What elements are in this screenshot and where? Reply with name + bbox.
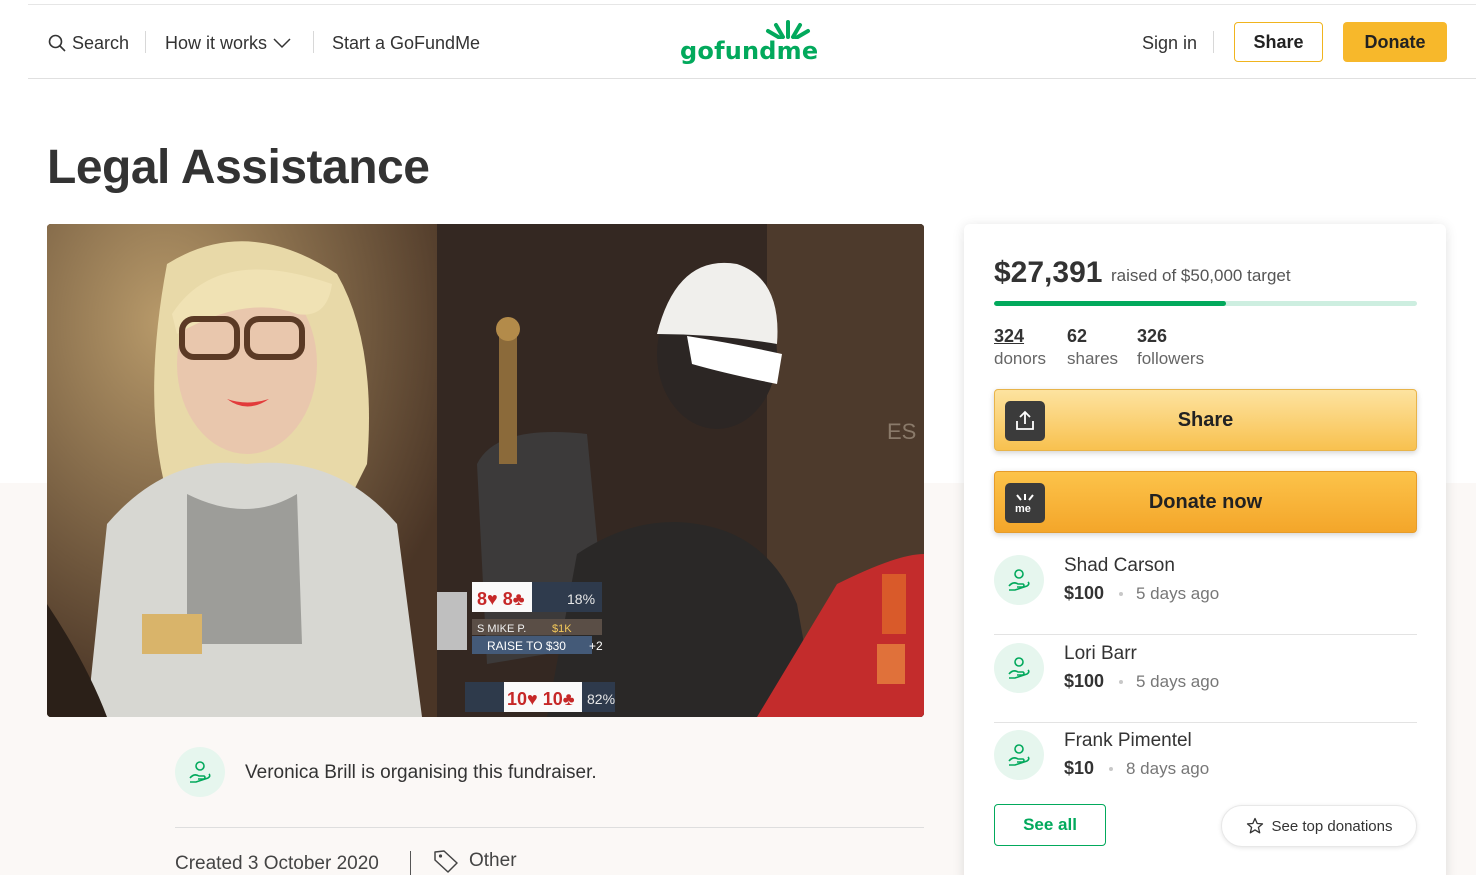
donation-item: Lori Barr $100 5 days ago xyxy=(994,635,1417,723)
donation-time: 5 days ago xyxy=(1136,584,1220,603)
stat-donors-label: donors xyxy=(994,349,1046,368)
target-text: raised of $50,000 target xyxy=(1111,266,1291,285)
meta-divider xyxy=(410,851,411,875)
donor-amount: $100 xyxy=(1064,671,1105,691)
gofundme-me-icon: me xyxy=(1005,483,1045,523)
see-top-donations-button[interactable]: See top donations xyxy=(1221,805,1417,847)
donor-name: Shad Carson xyxy=(1064,555,1175,576)
action-text: RAISE TO $30 xyxy=(487,639,566,653)
how-it-works-menu[interactable]: How it works xyxy=(165,31,291,55)
stack-text: $1K xyxy=(552,623,572,635)
hand1-text: 8♥ 8♣ xyxy=(477,589,525,609)
chevron-down-icon xyxy=(273,38,291,49)
wall-text: ES xyxy=(887,419,916,444)
plus-text: +2 xyxy=(589,639,603,653)
hand2-text: 10♥ 10♣ xyxy=(507,689,575,709)
donation-item: Shad Carson $100 5 days ago xyxy=(994,547,1417,635)
separator-dot xyxy=(1109,767,1113,771)
separator-dot xyxy=(1119,592,1123,596)
sign-in-label: Sign in xyxy=(1142,32,1198,53)
donor-heart-hand-icon xyxy=(994,730,1044,780)
see-all-button[interactable]: See all xyxy=(994,804,1106,846)
top-nav: Search How it works Start a GoFundMe gof… xyxy=(28,4,1476,79)
amount-raised: $27,391 xyxy=(994,256,1103,289)
donor-heart-hand-icon xyxy=(994,643,1044,693)
divider xyxy=(175,827,924,828)
stat-followers: 326 followers xyxy=(1137,326,1204,369)
donor-amount: $100 xyxy=(1064,583,1105,603)
logo-sprout-icon xyxy=(766,20,810,39)
nav-divider xyxy=(1213,31,1214,53)
how-it-works-label: How it works xyxy=(165,32,268,53)
search-icon xyxy=(48,34,66,52)
donor-amount: $10 xyxy=(1064,758,1095,778)
stat-followers-count: 326 xyxy=(1137,326,1168,346)
stat-shares-count: 62 xyxy=(1067,326,1088,346)
category-link[interactable]: Other xyxy=(433,849,517,873)
share-button-top[interactable]: Share xyxy=(1234,22,1323,62)
gofundme-logo[interactable]: gofundme xyxy=(680,19,820,65)
stat-shares-label: shares xyxy=(1067,349,1119,368)
see-top-donations-label: See top donations xyxy=(1271,817,1393,835)
donation-item: Frank Pimentel $10 8 days ago xyxy=(994,722,1417,810)
donate-button-top[interactable]: Donate xyxy=(1343,22,1447,62)
start-gofundme-link[interactable]: Start a GoFundMe xyxy=(332,31,480,55)
donation-card: $27,391 raised of $50,000 target 324 don… xyxy=(964,224,1446,875)
donor-name: Frank Pimentel xyxy=(1064,730,1192,751)
campaign-title: Legal Assistance xyxy=(47,141,430,194)
nav-divider xyxy=(145,31,146,53)
share-button[interactable]: Share xyxy=(994,389,1417,451)
donate-now-button[interactable]: me Donate now xyxy=(994,471,1417,533)
stat-followers-label: followers xyxy=(1137,349,1205,368)
donor-name: Lori Barr xyxy=(1064,643,1137,664)
category-label: Other xyxy=(469,850,517,871)
search-label: Search xyxy=(72,32,130,53)
upload-share-icon xyxy=(1005,401,1045,441)
hero-photo-left xyxy=(47,224,437,717)
campaign-hero-image: ES 8♥ 8♣ 18% S MIKE P. $1K RAISE TO $30 … xyxy=(47,224,924,717)
share-button-label: Share xyxy=(1177,408,1234,431)
progress-bar xyxy=(994,301,1417,306)
progress-fill xyxy=(994,301,1226,306)
player-text: S MIKE P. xyxy=(477,623,526,635)
stat-donors[interactable]: 324 donors xyxy=(994,326,1046,369)
donation-time: 8 days ago xyxy=(1126,759,1210,778)
pct2-text: 82% xyxy=(587,691,615,707)
organiser-heart-hand-icon xyxy=(175,747,225,797)
donate-now-label: Donate now xyxy=(1148,490,1263,513)
separator-dot xyxy=(1119,680,1123,684)
start-gofundme-label: Start a GoFundMe xyxy=(332,32,481,53)
star-icon xyxy=(1246,817,1263,834)
created-date: Created 3 October 2020 xyxy=(175,853,379,874)
stat-donors-count: 324 xyxy=(994,326,1025,346)
sign-in-link[interactable]: Sign in xyxy=(1142,31,1197,55)
stat-shares: 62 shares xyxy=(1067,326,1118,369)
donation-time: 5 days ago xyxy=(1136,672,1220,691)
search-link[interactable]: Search xyxy=(48,31,129,55)
organiser-text: Veronica Brill is organising this fundra… xyxy=(245,762,597,783)
tag-icon xyxy=(434,850,458,873)
donor-heart-hand-icon xyxy=(994,555,1044,605)
svg-text:me: me xyxy=(1015,503,1031,515)
hero-photo-right: ES 8♥ 8♣ 18% S MIKE P. $1K RAISE TO $30 … xyxy=(437,224,924,717)
pct1-text: 18% xyxy=(567,591,595,607)
nav-divider xyxy=(313,31,314,53)
logo-text: gofundme xyxy=(680,37,819,65)
